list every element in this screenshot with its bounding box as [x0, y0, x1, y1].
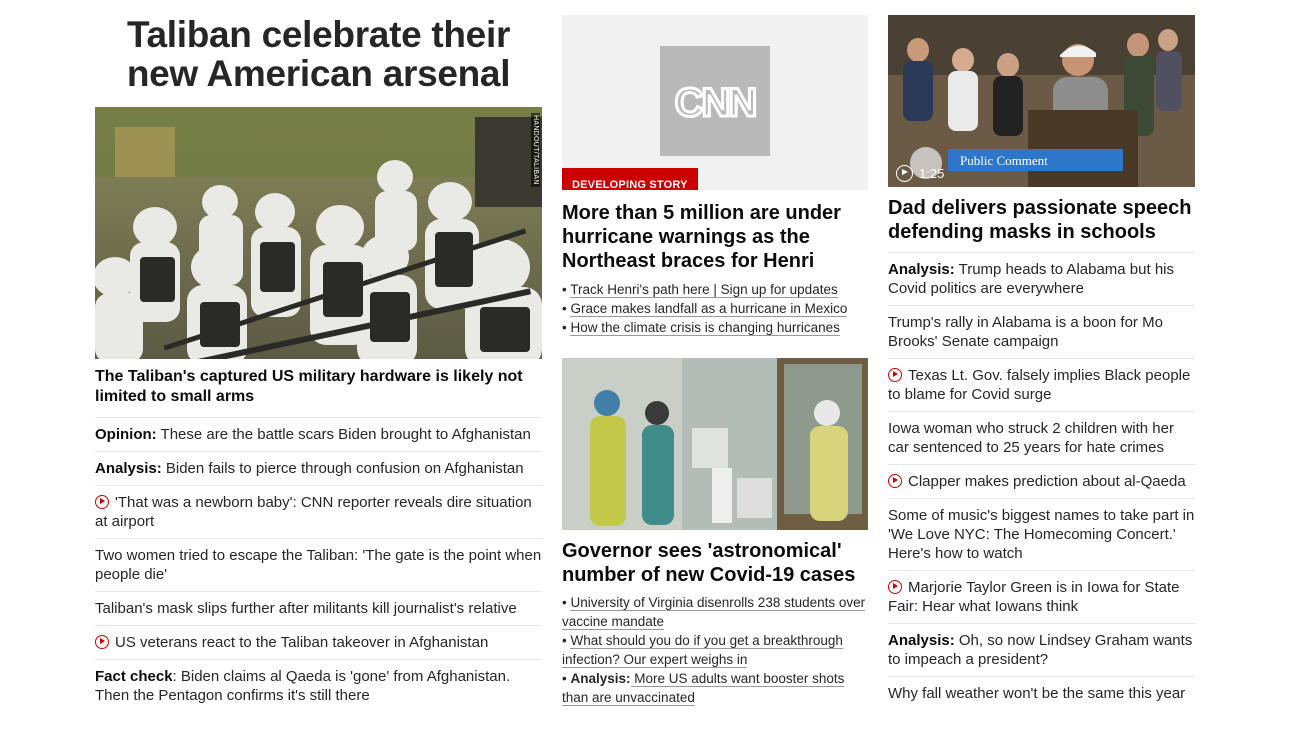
- list-item[interactable]: Analysis: Oh, so now Lindsey Graham want…: [888, 624, 1195, 677]
- item-text: Marjorie Taylor Green is in Iowa for Sta…: [888, 579, 1180, 615]
- item-label: Analysis:: [888, 632, 955, 649]
- hurricane-story-image[interactable]: CNN DEVELOPING STORY: [562, 15, 868, 190]
- play-icon: [888, 474, 902, 488]
- play-icon: [888, 580, 902, 594]
- related-list: Opinion: These are the battle scars Bide…: [95, 418, 542, 712]
- item-label: Analysis:: [570, 671, 631, 686]
- list-item[interactable]: Iowa woman who struck 2 children with he…: [888, 412, 1195, 465]
- list-item[interactable]: Two women tried to escape the Taliban: '…: [95, 539, 542, 592]
- play-icon: [95, 635, 109, 649]
- lead-caption[interactable]: The Taliban's captured US military hardw…: [95, 359, 542, 418]
- list-item[interactable]: Some of music's biggest names to take pa…: [888, 499, 1195, 571]
- sub-link[interactable]: University of Virginia disenrolls 238 st…: [562, 595, 866, 630]
- cnn-logo: CNN: [675, 81, 756, 125]
- list-item[interactable]: Texas Lt. Gov. falsely implies Black peo…: [888, 359, 1195, 412]
- lead-headline[interactable]: Taliban celebrate their new American ars…: [95, 15, 542, 93]
- item-label: Analysis:: [888, 261, 955, 278]
- covid-links: • University of Virginia disenrolls 238 …: [562, 593, 868, 707]
- sub-link[interactable]: What should you do if you get a breakthr…: [562, 633, 843, 668]
- item-text: Two women tried to escape the Taliban: '…: [95, 547, 542, 583]
- list-item[interactable]: US veterans react to the Taliban takeove…: [95, 626, 542, 660]
- item-text: Trump's rally in Alabama is a boon for M…: [888, 314, 1163, 350]
- right-list: Analysis: Trump heads to Alabama but his…: [888, 253, 1195, 710]
- item-text: US veterans react to the Taliban takeove…: [115, 634, 489, 651]
- item-text: Why fall weather won't be the same this …: [888, 685, 1186, 702]
- play-icon: [888, 368, 902, 382]
- item-text: Clapper makes prediction about al-Qaeda: [908, 473, 1186, 490]
- item-label: Opinion:: [95, 426, 157, 443]
- list-item[interactable]: Taliban's mask slips further after milit…: [95, 592, 542, 626]
- list-item[interactable]: Opinion: These are the battle scars Bide…: [95, 418, 542, 452]
- item-label: Fact check: [95, 668, 173, 685]
- sub-link[interactable]: How the climate crisis is changing hurri…: [570, 320, 840, 336]
- developing-story-badge: DEVELOPING STORY: [562, 168, 698, 190]
- list-item[interactable]: Analysis: Biden fails to pierce through …: [95, 452, 542, 486]
- sub-link-item[interactable]: • How the climate crisis is changing hur…: [562, 318, 868, 337]
- image-credit: HANDOUT/TALIBAN: [531, 113, 540, 187]
- middle-column: CNN DEVELOPING STORY More than 5 million…: [562, 0, 868, 707]
- item-text: Iowa woman who struck 2 children with he…: [888, 420, 1174, 456]
- video-controls[interactable]: 1:25: [896, 165, 944, 182]
- list-item[interactable]: Marjorie Taylor Green is in Iowa for Sta…: [888, 571, 1195, 624]
- lead-story-column: Taliban celebrate their new American ars…: [95, 0, 542, 712]
- covid-headline[interactable]: Governor sees 'astronomical' number of n…: [562, 539, 868, 587]
- list-item[interactable]: Fact check: Biden claims al Qaeda is 'go…: [95, 660, 542, 712]
- covid-story-image[interactable]: [562, 358, 868, 530]
- item-text: Biden fails to pierce through confusion …: [161, 460, 524, 477]
- lead-story-image[interactable]: HANDOUT/TALIBAN: [95, 107, 542, 359]
- item-text: These are the battle scars Biden brought…: [156, 426, 531, 443]
- list-item[interactable]: Why fall weather won't be the same this …: [888, 677, 1195, 710]
- list-item[interactable]: Analysis: Trump heads to Alabama but his…: [888, 253, 1195, 306]
- sub-link-item[interactable]: • What should you do if you get a breakt…: [562, 631, 868, 669]
- item-text: Taliban's mask slips further after milit…: [95, 600, 517, 617]
- video-thumbnail[interactable]: Public Comment 1:25: [888, 15, 1195, 187]
- sub-link[interactable]: Track Henri's path here | Sign up for up…: [570, 282, 838, 298]
- video-duration: 1:25: [919, 166, 945, 181]
- item-text: Some of music's biggest names to take pa…: [888, 507, 1195, 562]
- sub-link-item[interactable]: • Analysis: More US adults want booster …: [562, 669, 868, 707]
- item-text: Texas Lt. Gov. falsely implies Black peo…: [888, 367, 1191, 403]
- video-overlay-label: Public Comment: [960, 153, 1048, 168]
- item-label: Analysis:: [95, 460, 162, 477]
- list-item[interactable]: Clapper makes prediction about al-Qaeda: [888, 465, 1195, 499]
- video-play-icon[interactable]: [896, 165, 913, 182]
- video-headline[interactable]: Dad delivers passionate speech defending…: [888, 196, 1195, 253]
- sub-link[interactable]: Grace makes landfall as a hurricane in M…: [570, 301, 848, 317]
- list-item[interactable]: Trump's rally in Alabama is a boon for M…: [888, 306, 1195, 359]
- sub-link-item[interactable]: • Track Henri's path here | Sign up for …: [562, 280, 868, 299]
- item-text: 'That was a newborn baby': CNN reporter …: [95, 494, 532, 530]
- sub-link-item[interactable]: • Grace makes landfall as a hurricane in…: [562, 299, 868, 318]
- right-column: Public Comment 1:25 Dad delivers passion…: [888, 0, 1195, 710]
- sub-link-item[interactable]: • University of Virginia disenrolls 238 …: [562, 593, 868, 631]
- play-icon: [95, 495, 109, 509]
- hurricane-headline[interactable]: More than 5 million are under hurricane …: [562, 201, 868, 273]
- list-item[interactable]: 'That was a newborn baby': CNN reporter …: [95, 486, 542, 539]
- hurricane-links: • Track Henri's path here | Sign up for …: [562, 280, 868, 337]
